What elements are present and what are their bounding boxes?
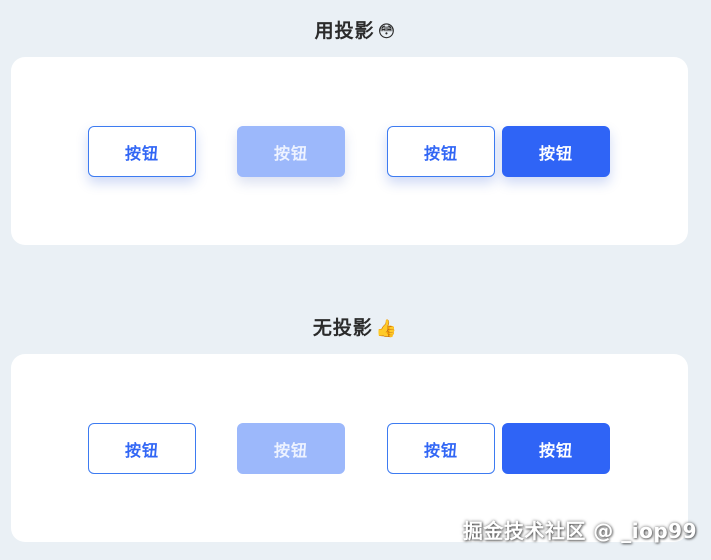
light-button-shadow[interactable]: 按钮: [237, 126, 345, 177]
outline-button-flat[interactable]: 按钮: [88, 423, 196, 474]
section-title-shadow: 用投影 😳: [0, 16, 711, 43]
outline-button-flat-2[interactable]: 按钮: [387, 423, 495, 474]
outline-button-shadow-2[interactable]: 按钮: [387, 126, 495, 177]
watermark: 掘金技术社区 @ _iop99: [462, 519, 697, 543]
section-title-text: 用投影: [314, 20, 375, 42]
flushed-face-icon: 😳: [377, 22, 397, 42]
card-with-shadow: 按钮 按钮 按钮 按钮: [11, 57, 688, 245]
section-title-text: 无投影: [312, 317, 373, 339]
light-button-flat[interactable]: 按钮: [237, 423, 345, 474]
section-title-flat: 无投影 👍: [0, 313, 711, 340]
page: 用投影 😳 按钮 按钮 按钮 按钮 无投影 👍 按钮 按钮 按钮 按钮 掘金技术社区…: [0, 0, 711, 560]
primary-button-flat[interactable]: 按钮: [502, 423, 610, 474]
thumbs-up-icon: 👍: [375, 319, 399, 339]
outline-button-shadow[interactable]: 按钮: [88, 126, 196, 177]
card-without-shadow: 按钮 按钮 按钮 按钮: [11, 354, 688, 542]
primary-button-shadow[interactable]: 按钮: [502, 126, 610, 177]
